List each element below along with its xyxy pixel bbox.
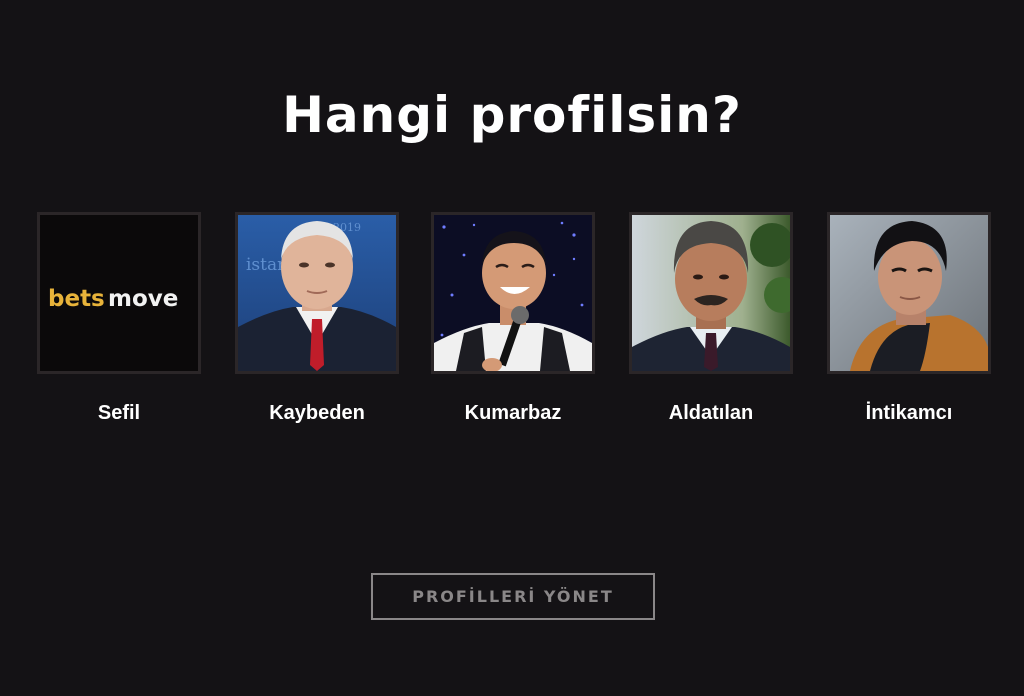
profile-name-intikamci: İntikamcı bbox=[865, 402, 953, 424]
profile-avatar-sefil[interactable]: bets move bbox=[37, 212, 201, 374]
profile-avatar-intikamci[interactable] bbox=[827, 212, 991, 374]
profile-name-kumarbaz: Kumarbaz bbox=[464, 402, 562, 424]
profile-sefil[interactable]: bets move Sefil bbox=[37, 212, 201, 425]
logo-text-bets: bets bbox=[48, 286, 105, 312]
profile-avatar-kaybeden[interactable]: istan 2019 bbox=[235, 212, 399, 374]
portrait-image-aldatilan bbox=[632, 215, 790, 371]
betsmove-logo: bets move bbox=[40, 215, 198, 371]
profile-intikamci[interactable]: İntikamcı bbox=[827, 212, 991, 425]
manage-profiles-button[interactable]: PROFİLLERİ YÖNET bbox=[371, 573, 655, 620]
profile-name-sefil: Sefil bbox=[97, 402, 141, 424]
profile-kumarbaz[interactable]: Kumarbaz bbox=[431, 212, 595, 425]
profile-selection-screen: Hangi profilsin? bets move Sefil istan 2… bbox=[0, 0, 1024, 696]
profile-name-aldatilan: Aldatılan bbox=[668, 402, 754, 424]
profile-avatar-kumarbaz[interactable] bbox=[431, 212, 595, 374]
profile-kaybeden[interactable]: istan 2019 Kaybeden bbox=[235, 212, 399, 425]
portrait-image-kumarbaz bbox=[434, 215, 592, 371]
profile-avatar-aldatilan[interactable] bbox=[629, 212, 793, 374]
profile-name-kaybeden: Kaybeden bbox=[269, 402, 365, 424]
portrait-image-intikamci bbox=[830, 215, 988, 371]
profile-aldatilan[interactable]: Aldatılan bbox=[629, 212, 793, 425]
portrait-image-kaybeden: istan 2019 bbox=[238, 215, 396, 371]
page-title: Hangi profilsin? bbox=[282, 86, 742, 144]
logo-text-move: move bbox=[108, 286, 178, 312]
